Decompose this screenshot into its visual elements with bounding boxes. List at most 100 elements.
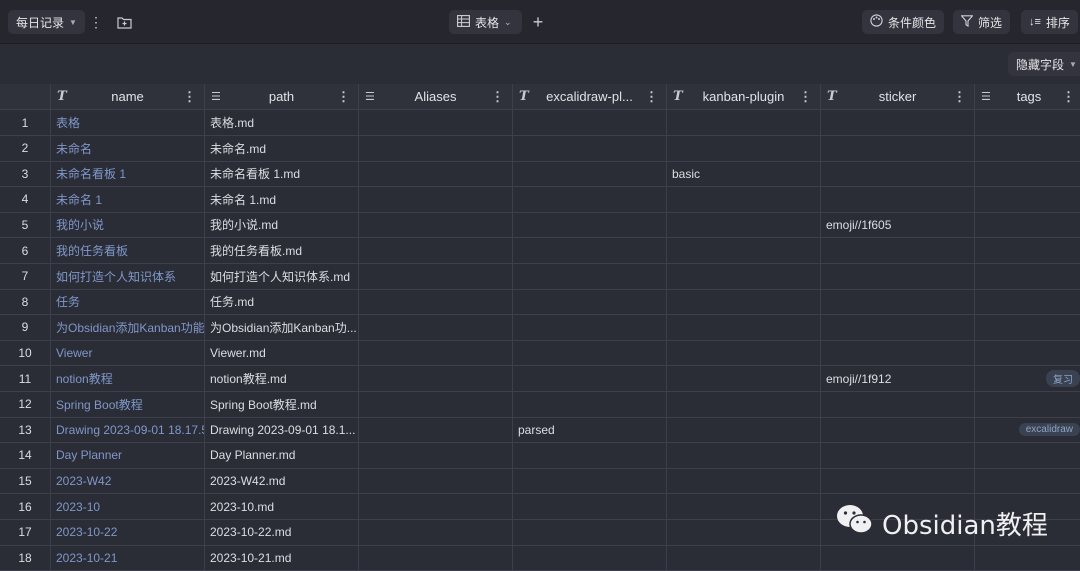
cell-path[interactable]: 为Obsidian添加Kanban功...	[205, 314, 359, 341]
add-view-button[interactable]: +	[526, 10, 550, 34]
cell-sticker[interactable]	[821, 110, 975, 136]
cell-sticker[interactable]	[821, 442, 975, 469]
cell-path[interactable]: 2023-10-21.md	[205, 545, 359, 571]
cell-excalidraw[interactable]	[513, 135, 667, 162]
cell-kanban[interactable]	[667, 289, 821, 316]
cell-excalidraw[interactable]	[513, 289, 667, 316]
table-row[interactable]: 14 Day Planner Day Planner.md	[0, 442, 1080, 469]
cell-sticker[interactable]	[821, 161, 975, 188]
cell-name[interactable]: 2023-W42	[51, 468, 205, 495]
cell-excalidraw[interactable]	[513, 494, 667, 520]
cell-sticker[interactable]	[821, 314, 975, 341]
table-row[interactable]: 13 Drawing 2023-09-01 18.17.5 Drawing 2023…	[0, 417, 1080, 444]
cell-tags[interactable]	[975, 187, 1080, 213]
cell-aliases[interactable]	[359, 263, 513, 290]
table-row[interactable]: 10 Viewer Viewer.md	[0, 340, 1080, 367]
column-header-5[interactable]: Tsticker ⋮	[821, 84, 975, 110]
view-type-button[interactable]: 表格 ⌄	[449, 10, 522, 34]
cell-kanban[interactable]	[667, 519, 821, 546]
cell-sticker[interactable]	[821, 186, 975, 213]
hide-fields-button[interactable]: 隐藏字段 ▼	[1008, 52, 1080, 76]
cell-sticker[interactable]	[821, 340, 975, 367]
cell-name[interactable]: 未命名	[51, 135, 205, 162]
cell-excalidraw[interactable]	[513, 468, 667, 495]
column-header-2[interactable]: ☰ Aliases ⋮	[359, 84, 513, 110]
more-options-icon[interactable]: ⋮	[84, 10, 108, 34]
cell-kanban[interactable]	[667, 135, 821, 162]
column-menu-icon[interactable]: ⋮	[799, 89, 812, 105]
column-menu-icon[interactable]: ⋮	[491, 89, 504, 105]
cell-aliases[interactable]	[359, 314, 513, 341]
cell-name[interactable]: Day Planner	[51, 442, 205, 469]
filter-button[interactable]: 筛选	[953, 10, 1011, 34]
cell-tags[interactable]	[975, 264, 1080, 290]
sort-button[interactable]: ↓≡ 排序	[1021, 10, 1078, 34]
cell-excalidraw[interactable]	[513, 161, 667, 188]
cell-kanban[interactable]	[667, 366, 821, 392]
cell-tags[interactable]	[975, 468, 1080, 495]
cell-kanban[interactable]: basic	[667, 161, 821, 188]
cell-excalidraw[interactable]	[513, 545, 667, 571]
cell-aliases[interactable]	[359, 545, 513, 571]
cell-name[interactable]: 为Obsidian添加Kanban功能:	[51, 314, 205, 341]
cell-tags[interactable]	[975, 340, 1080, 367]
cell-name[interactable]: Viewer	[51, 340, 205, 367]
cell-aliases[interactable]	[359, 340, 513, 367]
cell-tags[interactable]: excalidraw	[975, 417, 1080, 444]
cell-kanban[interactable]	[667, 417, 821, 444]
cell-name[interactable]: 2023-10-22	[51, 519, 205, 546]
table-row[interactable]: 6 我的任务看板 我的任务看板.md	[0, 238, 1080, 264]
table-row[interactable]: 5 我的小说 我的小说.md emoji//1f605	[0, 212, 1080, 239]
table-row[interactable]: 4 未命名 1 未命名 1.md	[0, 186, 1080, 213]
table-row[interactable]: 3 未命名看板 1 未命名看板 1.md basic	[0, 161, 1080, 188]
column-menu-icon[interactable]: ⋮	[337, 89, 350, 105]
cell-excalidraw[interactable]	[513, 519, 667, 546]
cell-sticker[interactable]: emoji//1f912	[821, 366, 975, 392]
cell-name[interactable]: 我的小说	[51, 212, 205, 239]
conditional-color-button[interactable]: 条件颜色	[862, 10, 945, 34]
table-row[interactable]: 15 2023-W42 2023-W42.md	[0, 468, 1080, 495]
cell-path[interactable]: 2023-10-22.md	[205, 519, 359, 546]
cell-name[interactable]: Spring Boot教程	[51, 391, 205, 418]
cell-name[interactable]: 2023-10	[51, 494, 205, 520]
column-menu-icon[interactable]: ⋮	[953, 89, 966, 105]
view-selector-button[interactable]: 每日记录 ▼	[8, 10, 85, 34]
cell-kanban[interactable]	[667, 186, 821, 213]
cell-aliases[interactable]	[359, 289, 513, 316]
column-menu-icon[interactable]: ⋮	[183, 89, 196, 105]
cell-path[interactable]: Spring Boot教程.md	[205, 391, 359, 418]
table-row[interactable]: 11 notion教程 notion教程.md emoji//1f912 复习	[0, 366, 1080, 392]
cell-kanban[interactable]	[667, 545, 821, 571]
cell-aliases[interactable]	[359, 186, 513, 213]
cell-kanban[interactable]	[667, 314, 821, 341]
cell-kanban[interactable]	[667, 391, 821, 418]
column-header-0[interactable]: Tname ⋮	[51, 84, 205, 110]
column-header-3[interactable]: Texcalidraw-pl... ⋮	[513, 84, 667, 110]
tag-badge[interactable]: 复习	[1046, 370, 1080, 387]
cell-aliases[interactable]	[359, 417, 513, 444]
cell-name[interactable]: 未命名看板 1	[51, 161, 205, 188]
cell-tags[interactable]	[975, 212, 1080, 239]
cell-kanban[interactable]	[667, 468, 821, 495]
cell-aliases[interactable]	[359, 519, 513, 546]
cell-path[interactable]: 2023-10.md	[205, 494, 359, 520]
cell-path[interactable]: 2023-W42.md	[205, 468, 359, 495]
cell-excalidraw[interactable]	[513, 263, 667, 290]
table-row[interactable]: 1 表格 表格.md	[0, 110, 1080, 136]
cell-name[interactable]: notion教程	[51, 366, 205, 392]
cell-tags[interactable]	[975, 443, 1080, 469]
cell-kanban[interactable]	[667, 340, 821, 367]
cell-aliases[interactable]	[359, 161, 513, 188]
cell-aliases[interactable]	[359, 212, 513, 239]
column-menu-icon[interactable]: ⋮	[645, 89, 658, 105]
cell-kanban[interactable]	[667, 442, 821, 469]
cell-name[interactable]: 任务	[51, 289, 205, 316]
cell-name[interactable]: 2023-10-21	[51, 545, 205, 571]
cell-tags[interactable]	[975, 545, 1080, 571]
cell-aliases[interactable]	[359, 366, 513, 392]
cell-aliases[interactable]	[359, 135, 513, 162]
cell-path[interactable]: 表格.md	[205, 110, 359, 136]
cell-name[interactable]: Drawing 2023-09-01 18.17.5	[51, 417, 205, 444]
column-header-1[interactable]: ☰ path ⋮	[205, 84, 359, 110]
cell-sticker[interactable]	[821, 238, 975, 264]
